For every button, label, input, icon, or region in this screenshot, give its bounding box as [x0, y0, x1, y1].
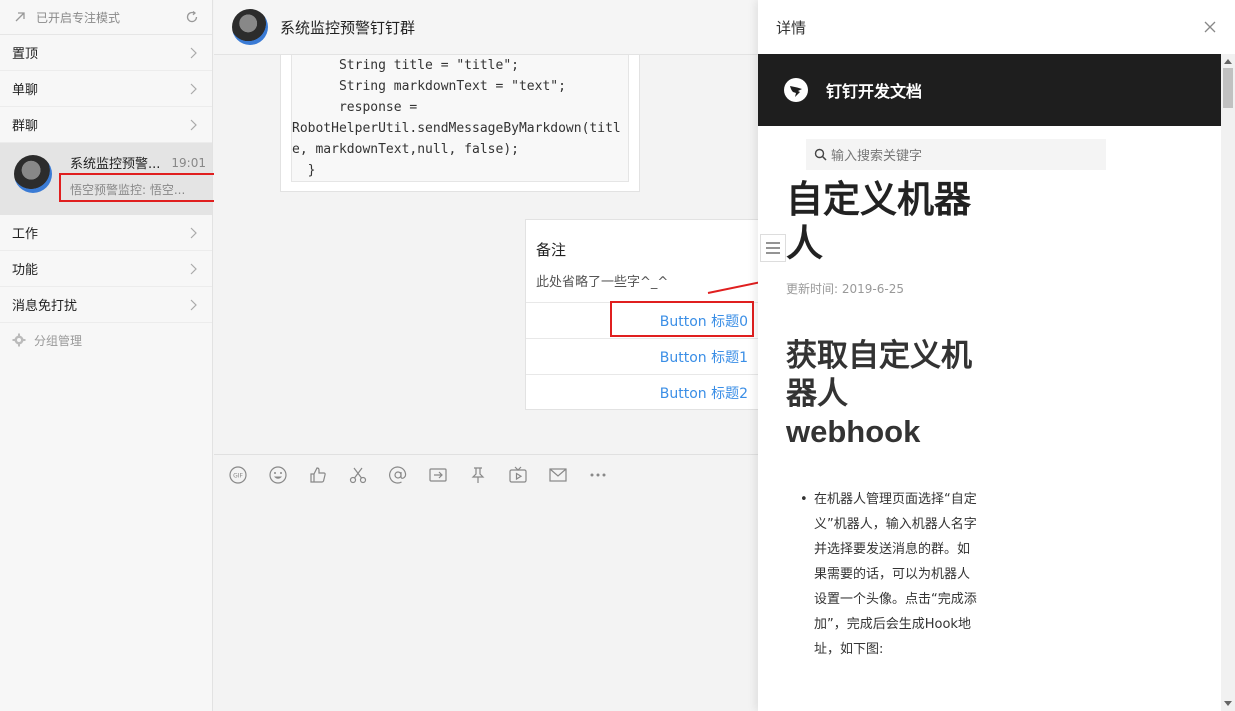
- annotation-box-button: [610, 301, 754, 337]
- sidebar-item-label: 工作: [12, 227, 39, 242]
- doc-list-text: 在机器人管理页面选择“自定义”机器人，输入机器人名字并选择要发送消息的群。如果需…: [814, 492, 977, 657]
- code-block: String title = "title"; String markdownT…: [291, 55, 629, 182]
- conversation-title: 系统监控预警...: [70, 157, 161, 172]
- detail-header: 详情: [758, 0, 1235, 54]
- code-line: String markdownText = "text";: [292, 79, 566, 94]
- close-icon[interactable]: [1203, 20, 1217, 34]
- chat-pane: 系统监控预警钉钉群 String title = "title"; String…: [214, 0, 758, 711]
- code-line: }: [292, 163, 316, 178]
- doc-brand[interactable]: 钉钉开发文档: [826, 78, 922, 102]
- sidebar: 已开启专注模式 置顶 单聊 群聊 系统监控预警... 19:01 悟空预警监控:…: [0, 0, 213, 711]
- at-icon[interactable]: [386, 463, 410, 487]
- chevron-right-icon: [190, 82, 200, 96]
- avatar: [14, 155, 52, 193]
- code-line: e, markdownText,null, false);: [292, 142, 519, 157]
- annotation-box-preview: [59, 173, 224, 202]
- doc-search-input[interactable]: 输入搜索关键字: [806, 139, 1106, 170]
- scroll-thumb[interactable]: [1223, 68, 1233, 108]
- doc-updated-time: 更新时间: 2019-6-25: [786, 282, 904, 296]
- doc-topbar: 钉钉开发文档: [758, 54, 1221, 126]
- detail-panel: 详情 钉钉开发文档 输入搜索关键字 自定义机器人 更新时间: 2019-6-25…: [758, 0, 1235, 711]
- sidebar-item-label: 置顶: [12, 47, 39, 62]
- sidebar-item-work[interactable]: 工作: [0, 215, 212, 251]
- sidebar-item-pinned[interactable]: 置顶: [0, 35, 212, 71]
- message-code-card: String title = "title"; String markdownT…: [280, 55, 640, 192]
- sidebar-item-single-chat[interactable]: 单聊: [0, 71, 212, 107]
- group-management-label: 分组管理: [34, 333, 83, 348]
- doc-section-heading: 获取自定义机器人webhook: [786, 338, 972, 449]
- sidebar-item-functions[interactable]: 功能: [0, 251, 212, 287]
- emoji-icon[interactable]: [266, 463, 290, 487]
- chevron-right-icon: [190, 46, 200, 60]
- doc-content: 钉钉开发文档 输入搜索关键字 自定义机器人 更新时间: 2019-6-25 获取…: [758, 54, 1221, 711]
- focus-mode-icon: [12, 9, 28, 25]
- search-placeholder: 输入搜索关键字: [831, 149, 923, 164]
- gif-icon[interactable]: GIF: [226, 463, 250, 487]
- scroll-up-icon[interactable]: [1221, 54, 1235, 68]
- focus-mode-label: 已开启专注模式: [36, 10, 121, 25]
- composer-toolbar: GIF: [214, 454, 758, 494]
- sidebar-item-label: 功能: [12, 263, 39, 278]
- group-management-button[interactable]: 分组管理: [0, 323, 212, 357]
- code-line: String title = "title";: [292, 58, 519, 73]
- action-card-title: 备注: [536, 241, 567, 259]
- menu-toggle-icon[interactable]: [760, 234, 786, 262]
- avatar[interactable]: [232, 9, 268, 45]
- action-card-button-2[interactable]: Button 标题2: [526, 374, 758, 410]
- search-icon: [814, 148, 827, 161]
- refresh-icon[interactable]: [184, 9, 200, 25]
- focus-mode-bar[interactable]: 已开启专注模式: [0, 0, 212, 35]
- chat-header: 系统监控预警钉钉群: [214, 0, 758, 55]
- code-line: response =: [292, 100, 418, 115]
- dingtalk-logo-icon: [784, 78, 808, 102]
- sidebar-item-label: 群聊: [12, 119, 39, 134]
- thumbs-up-icon[interactable]: [306, 463, 330, 487]
- sidebar-item-label: 单聊: [12, 83, 39, 98]
- detail-title: 详情: [776, 18, 807, 37]
- chevron-right-icon: [190, 298, 200, 312]
- scrollbar[interactable]: [1221, 54, 1235, 711]
- share-screen-icon[interactable]: [426, 463, 450, 487]
- chevron-right-icon: [190, 262, 200, 276]
- pin-icon[interactable]: [466, 463, 490, 487]
- live-icon[interactable]: [506, 463, 530, 487]
- scroll-down-icon[interactable]: [1221, 697, 1235, 711]
- doc-title: 自定义机器人: [786, 179, 971, 264]
- chevron-right-icon: [190, 118, 200, 132]
- sidebar-item-group-chat[interactable]: 群聊: [0, 107, 212, 143]
- sidebar-item-dnd[interactable]: 消息免打扰: [0, 287, 212, 323]
- bullet-icon: •: [800, 492, 808, 507]
- sidebar-item-label: 消息免打扰: [12, 299, 78, 314]
- conversation-time: 19:01: [171, 155, 206, 170]
- gear-icon: [12, 333, 26, 347]
- svg-text:GIF: GIF: [233, 472, 243, 479]
- scissors-icon[interactable]: [346, 463, 370, 487]
- mail-icon[interactable]: [546, 463, 570, 487]
- action-card-button-1[interactable]: Button 标题1: [526, 338, 758, 374]
- chat-title: 系统监控预警钉钉群: [280, 18, 416, 37]
- chevron-right-icon: [190, 226, 200, 240]
- more-icon[interactable]: [586, 463, 610, 487]
- code-line: RobotHelperUtil.sendMessageByMarkdown(ti…: [292, 121, 621, 136]
- doc-list-item: • 在机器人管理页面选择“自定义”机器人，输入机器人名字并选择要发送消息的群。如…: [800, 487, 982, 662]
